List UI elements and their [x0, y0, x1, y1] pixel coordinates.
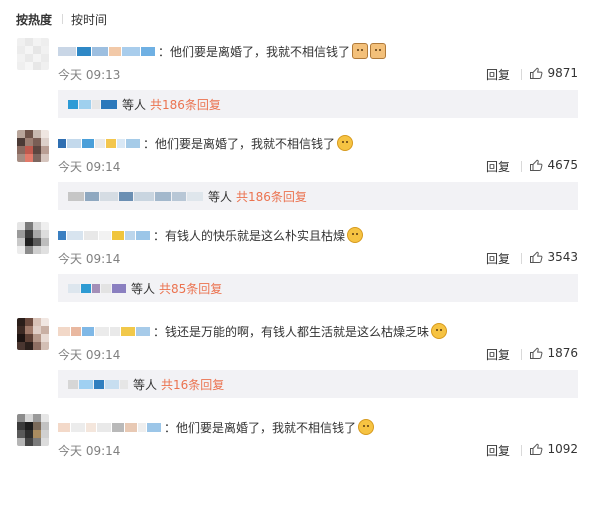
divider — [521, 253, 522, 264]
comment-item: ：钱还是万能的啊，有钱人都生活就是这么枯燥乏味 今天 09:14 回复 1876… — [0, 318, 596, 410]
reply-usernames[interactable] — [68, 379, 129, 389]
comment-item: ：有钱人的快乐就是这么朴实且枯燥 今天 09:14 回复 3543 等人 共85… — [0, 222, 596, 314]
thumb-up-icon — [530, 347, 543, 359]
avatar[interactable] — [17, 38, 49, 70]
avatar[interactable] — [17, 130, 49, 162]
sort-divider — [62, 14, 64, 24]
comment-text: ：他们要是离婚了，我就不相信钱了 — [164, 420, 357, 435]
username[interactable] — [58, 227, 151, 243]
reply-button[interactable]: 回复 — [486, 66, 510, 83]
divider — [521, 349, 522, 360]
reply-summary[interactable]: 等人 共16条回复 — [58, 370, 578, 398]
comment-content: ：钱还是万能的啊，有钱人都生活就是这么枯燥乏味 — [58, 322, 448, 340]
comment-item: ：他们要是离婚了，我就不相信钱了 今天 09:14 回复 4675 等人 共18… — [0, 130, 596, 222]
like-count: 3543 — [547, 250, 578, 264]
reply-button[interactable]: 回复 — [486, 250, 510, 267]
comment-meta: 今天 09:13 回复 9871 — [58, 66, 578, 84]
like-count: 9871 — [547, 66, 578, 80]
comment-text: ：钱还是万能的啊，有钱人都生活就是这么枯燥乏味 — [153, 324, 430, 339]
reply-count-link[interactable]: 共85条回复 — [159, 280, 222, 297]
reply-button[interactable]: 回复 — [486, 346, 510, 363]
sort-bar: 按热度 按时间 — [16, 9, 113, 29]
reply-count-link[interactable]: 共16条回复 — [161, 376, 224, 393]
like-count: 1092 — [547, 442, 578, 456]
reply-suffix: 等人 — [131, 281, 156, 296]
timestamp: 今天 09:14 — [58, 348, 121, 362]
thumb-up-icon — [530, 159, 543, 171]
avatar[interactable] — [17, 318, 49, 350]
timestamp: 今天 09:14 — [58, 252, 121, 266]
comment-content: ：他们要是离婚了，我就不相信钱了 — [58, 418, 375, 436]
comment-meta: 今天 09:14 回复 3543 — [58, 250, 578, 268]
comment-item: ：他们要是离婚了，我就不相信钱了 今天 09:13 回复 9871 等人 共18… — [0, 38, 596, 130]
timestamp: 今天 09:13 — [58, 68, 121, 82]
comment-meta: 今天 09:14 回复 1092 — [58, 442, 578, 460]
timestamp: 今天 09:14 — [58, 160, 121, 174]
like-button[interactable]: 9871 — [529, 66, 578, 80]
comment-meta: 今天 09:14 回复 4675 — [58, 158, 578, 176]
username[interactable] — [58, 323, 151, 339]
comment-text: ：他们要是离婚了，我就不相信钱了 — [143, 136, 336, 151]
reply-suffix: 等人 — [208, 189, 233, 204]
sort-tab-hot[interactable]: 按热度 — [16, 11, 52, 28]
divider — [521, 69, 522, 80]
comment-content: ：有钱人的快乐就是这么朴实且枯燥 — [58, 226, 364, 244]
like-count: 1876 — [547, 346, 578, 360]
reply-button[interactable]: 回复 — [486, 158, 510, 175]
reply-usernames[interactable] — [68, 191, 204, 201]
comment-text: ：有钱人的快乐就是这么朴实且枯燥 — [153, 228, 346, 243]
reply-summary[interactable]: 等人 共186条回复 — [58, 90, 578, 118]
divider — [521, 161, 522, 172]
reply-summary[interactable]: 等人 共85条回复 — [58, 274, 578, 302]
divider — [521, 445, 522, 456]
thumb-up-icon — [530, 443, 543, 455]
cat-emoji-icon — [370, 43, 387, 59]
sort-tab-time[interactable]: 按时间 — [71, 11, 107, 28]
thumb-up-icon — [530, 67, 543, 79]
comment-content: ：他们要是离婚了，我就不相信钱了 — [58, 134, 354, 152]
comment-content: ：他们要是离婚了，我就不相信钱了 — [58, 42, 387, 60]
smile-emoji-icon — [337, 135, 354, 151]
comment-meta: 今天 09:14 回复 1876 — [58, 346, 578, 364]
like-button[interactable]: 1876 — [529, 346, 578, 360]
reply-summary[interactable]: 等人 共186条回复 — [58, 182, 578, 210]
thumb-up-icon — [530, 251, 543, 263]
reply-usernames[interactable] — [68, 99, 118, 109]
comment-text: ：他们要是离婚了，我就不相信钱了 — [158, 44, 351, 59]
comment-item: ：他们要是离婚了，我就不相信钱了 今天 09:14 回复 1092 — [0, 414, 596, 506]
cat-emoji-icon — [352, 43, 369, 59]
like-button[interactable]: 1092 — [529, 442, 578, 456]
like-button[interactable]: 3543 — [529, 250, 578, 264]
avatar[interactable] — [17, 222, 49, 254]
reply-button[interactable]: 回复 — [486, 442, 510, 459]
username[interactable] — [58, 135, 141, 151]
reply-suffix: 等人 — [122, 97, 147, 112]
reply-usernames[interactable] — [68, 283, 127, 293]
laugh-emoji-icon — [347, 227, 364, 243]
username[interactable] — [58, 43, 156, 59]
timestamp: 今天 09:14 — [58, 444, 121, 458]
like-count: 4675 — [547, 158, 578, 172]
reply-count-link[interactable]: 共186条回复 — [150, 96, 221, 113]
avatar[interactable] — [17, 414, 49, 446]
sad-emoji-icon — [431, 323, 448, 339]
username[interactable] — [58, 419, 162, 435]
reply-count-link[interactable]: 共186条回复 — [236, 188, 307, 205]
reply-suffix: 等人 — [133, 377, 158, 392]
like-button[interactable]: 4675 — [529, 158, 578, 172]
smile-emoji-icon — [358, 419, 375, 435]
